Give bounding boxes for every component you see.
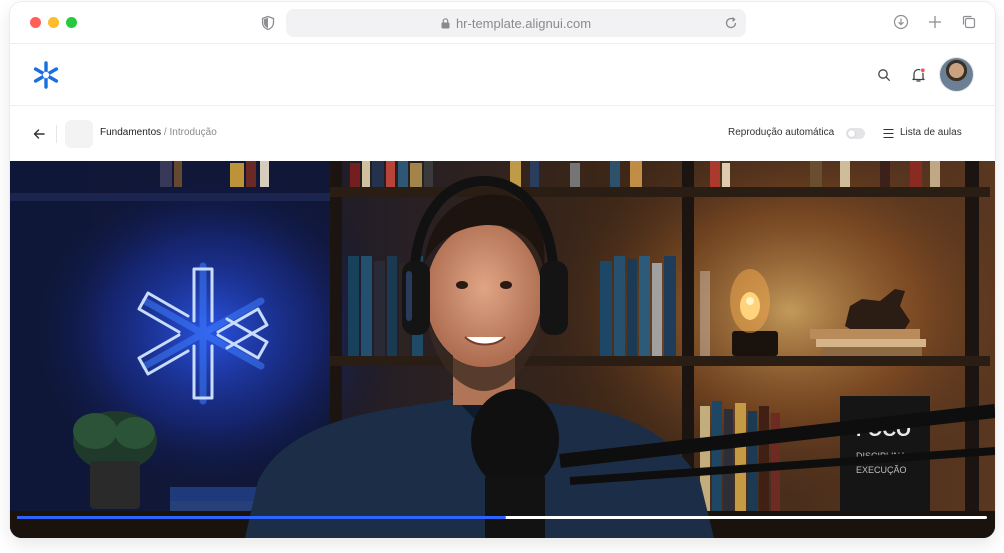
breadcrumb-current: Introdução <box>169 127 217 138</box>
browser-window: hr-template.alignui.com Fundamentos / In… <box>10 2 995 538</box>
app-header <box>10 44 995 106</box>
shield-icon[interactable] <box>260 15 276 31</box>
search-icon[interactable] <box>877 68 891 82</box>
lesson-thumbnail <box>65 120 93 148</box>
lesson-list-button[interactable]: Lista de aulas <box>900 127 962 138</box>
user-avatar[interactable] <box>940 58 973 91</box>
url-text: hr-template.alignui.com <box>455 15 592 31</box>
video-progress-bar[interactable] <box>17 516 987 519</box>
address-bar[interactable]: hr-template.alignui.com <box>286 9 746 37</box>
autoplay-toggle-knob <box>848 130 855 137</box>
video-progress-fill <box>17 516 506 519</box>
reload-icon[interactable] <box>724 16 738 30</box>
breadcrumb: Fundamentos / Introdução <box>100 127 217 138</box>
video-player[interactable]: FOCO DISCIPLINA EXECUÇÃO <box>10 161 995 538</box>
divider <box>56 125 57 143</box>
brand-logo-icon[interactable] <box>31 60 61 90</box>
minimize-window-button[interactable] <box>48 17 59 28</box>
window-controls <box>30 17 77 28</box>
back-arrow-icon[interactable] <box>32 127 46 141</box>
breadcrumb-separator: / <box>161 127 170 138</box>
bell-icon[interactable] <box>911 67 926 83</box>
list-icon[interactable] <box>883 128 894 139</box>
autoplay-label: Reprodução automática <box>728 127 835 138</box>
autoplay-toggle[interactable] <box>846 128 865 139</box>
lesson-header: Fundamentos / Introdução Reprodução auto… <box>10 106 995 161</box>
maximize-window-button[interactable] <box>66 17 77 28</box>
lock-icon <box>441 17 450 28</box>
close-window-button[interactable] <box>30 17 41 28</box>
download-icon[interactable] <box>893 14 909 30</box>
browser-toolbar: hr-template.alignui.com <box>10 2 995 44</box>
browser-actions <box>893 14 977 30</box>
book-subtitle-2: EXECUÇÃO <box>856 465 907 475</box>
plus-icon[interactable] <box>927 14 943 30</box>
video-frame: FOCO DISCIPLINA EXECUÇÃO <box>10 161 995 538</box>
breadcrumb-parent[interactable]: Fundamentos <box>100 127 161 138</box>
tabs-icon[interactable] <box>961 14 977 30</box>
